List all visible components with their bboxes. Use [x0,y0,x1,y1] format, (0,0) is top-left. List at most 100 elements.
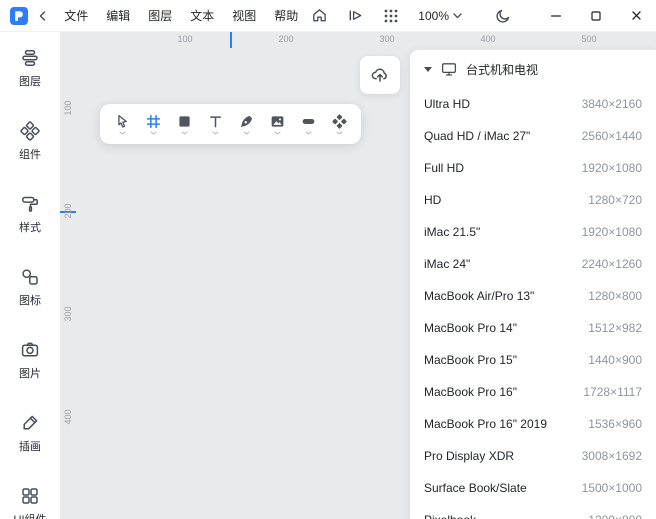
pen-nib-icon [238,113,255,130]
sidebar-item-styles[interactable]: 样式 [0,194,60,235]
chevron-down-icon [212,131,219,135]
preset-size: 1536×960 [588,417,642,431]
preset-size: 1512×982 [588,321,642,335]
frame-tool[interactable] [139,106,167,142]
menu-item[interactable]: 文本 [182,4,222,27]
preset-row[interactable]: MacBook Pro 15" 1440×900 [410,344,656,376]
sidebar-item-layers[interactable]: 图层 [0,48,60,89]
sidebar-item-icons[interactable]: 图标 [0,267,60,308]
present-icon[interactable] [342,4,368,28]
h-ruler-label: 200 [278,34,293,44]
h-ruler-label: 100 [177,34,192,44]
cursor-icon [114,113,131,130]
sidebar-item-label: UI组件 [14,511,47,519]
moon-icon[interactable] [490,4,516,28]
logo-glyph-icon [13,10,25,22]
sidebar-item-label: 组件 [19,146,41,162]
sidebar-item-label: 图片 [19,365,41,381]
app-logo[interactable] [10,7,28,25]
preset-name: HD [424,193,441,207]
image-tool[interactable] [263,106,291,142]
text-tool[interactable] [201,106,229,142]
pill-icon [300,113,317,130]
v-ruler: 100200300400 [60,48,76,519]
preset-name: Surface Book/Slate [424,481,527,495]
preset-size: 1920×1080 [582,225,642,239]
pen-tool[interactable] [232,106,260,142]
canvas[interactable]: 100200300400500 100200300400 [60,32,656,519]
close-icon[interactable] [616,0,656,32]
preset-size: 1280×720 [588,193,642,207]
preset-size: 3840×2160 [582,97,642,111]
v-ruler-label: 200 [63,203,73,218]
preset-group-header[interactable]: 台式机和电视 [410,50,656,88]
preset-row[interactable]: Surface Book/Slate 1500×1000 [410,472,656,504]
preset-size: 1920×1080 [582,161,642,175]
component-diamonds-icon [331,113,348,130]
sidebar-item-label: 图标 [19,292,41,308]
menu-item[interactable]: 视图 [224,4,264,27]
preset-size: 1728×1117 [583,385,642,399]
preset-row[interactable]: Ultra HD 3840×2160 [410,88,656,120]
preset-row[interactable]: iMac 21.5" 1920×1080 [410,216,656,248]
apps-grid-icon[interactable] [378,4,404,28]
grid-squares-icon [20,486,40,506]
preset-name: MacBook Pro 15" [424,353,517,367]
v-ruler-label: 100 [63,100,73,115]
upload-button[interactable] [360,56,400,94]
sidebar-item-images[interactable]: 图片 [0,340,60,381]
slice-tool[interactable] [294,106,322,142]
preset-row[interactable]: MacBook Pro 16" 1728×1117 [410,376,656,408]
preset-row[interactable]: MacBook Pro 14" 1512×982 [410,312,656,344]
zoom-dropdown[interactable]: 100% [414,7,466,25]
sidebar-item-illustrations[interactable]: 插画 [0,413,60,454]
h-ruler-label: 500 [581,34,596,44]
rectangle-tool[interactable] [170,106,198,142]
preset-size: 1440×900 [588,353,642,367]
chevron-down-icon [119,131,126,135]
preset-size: 2240×1260 [582,257,642,271]
preset-name: Ultra HD [424,97,470,111]
ruler-cursor-tick [230,32,232,48]
frame-preset-panel: 台式机和电视 Ultra HD 3840×2160 Quad HD / iMac… [410,50,656,519]
preset-row[interactable]: Pixelbook 1200×800 [410,504,656,519]
select-tool[interactable] [108,106,136,142]
menu-item[interactable]: 编辑 [98,4,138,27]
chevron-down-icon [243,131,250,135]
cloud-upload-icon [370,65,390,85]
shapes-icon [20,267,40,287]
sidebar-item-ui-components[interactable]: UI组件 [0,486,60,519]
preset-name: MacBook Air/Pro 13" [424,289,534,303]
preset-row[interactable]: HD 1280×720 [410,184,656,216]
preset-row[interactable]: Pro Display XDR 3008×1692 [410,440,656,472]
menu-item[interactable]: 图层 [140,4,180,27]
h-ruler-label: 300 [379,34,394,44]
preset-name: MacBook Pro 14" [424,321,517,335]
preset-size: 3008×1692 [582,449,642,463]
preset-row[interactable]: MacBook Air/Pro 13" 1280×800 [410,280,656,312]
preset-row[interactable]: Full HD 1920×1080 [410,152,656,184]
menu-item[interactable]: 帮助 [266,4,306,27]
sidebar-item-components[interactable]: 组件 [0,121,60,162]
preset-row[interactable]: iMac 24" 2240×1260 [410,248,656,280]
pen-icon [20,413,40,433]
preset-name: iMac 21.5" [424,225,480,239]
sidebar-item-label: 插画 [19,438,41,454]
chevron-down-icon [453,13,462,19]
chevron-down-icon [181,131,188,135]
home-icon[interactable] [306,4,332,28]
sidebar-item-label: 样式 [19,219,41,235]
image-icon [269,113,286,130]
component-tool[interactable] [325,106,353,142]
preset-row[interactable]: MacBook Pro 16" 2019 1536×960 [410,408,656,440]
floating-toolbar [100,104,361,144]
menu-item[interactable]: 文件 [56,4,96,27]
maximize-icon[interactable] [576,0,616,32]
chevron-down-icon [336,131,343,135]
frame-hash-icon [145,113,162,130]
preset-name: Pro Display XDR [424,449,514,463]
minimize-icon[interactable] [536,0,576,32]
preset-size: 1500×1000 [582,481,642,495]
chevron-left-icon[interactable] [35,7,50,25]
preset-row[interactable]: Quad HD / iMac 27" 2560×1440 [410,120,656,152]
